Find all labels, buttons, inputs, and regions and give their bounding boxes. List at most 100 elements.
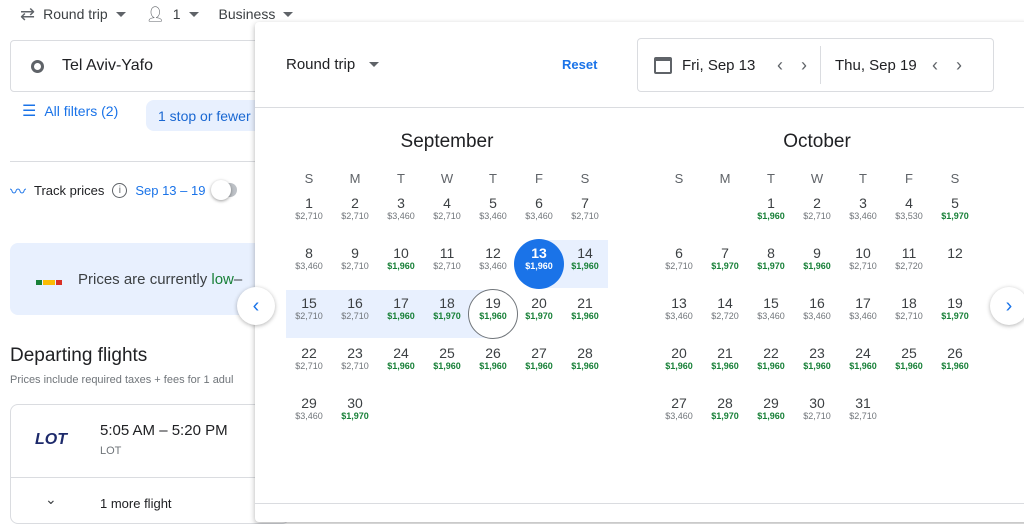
calendar-day[interactable]: 22 $2,710 xyxy=(286,339,332,389)
calendar-day[interactable]: 4 $2,710 xyxy=(424,189,470,239)
calendar-day[interactable]: 8 $3,460 xyxy=(286,239,332,289)
calendar-day[interactable]: 18 $2,710 xyxy=(886,289,932,339)
calendar-day[interactable]: 6 $3,460 xyxy=(516,189,562,239)
calendar-day[interactable]: 30 $1,970 xyxy=(332,389,378,439)
calendar-day[interactable]: 18 $1,970 xyxy=(424,289,470,339)
calendar-day[interactable]: 9 $2,710 xyxy=(332,239,378,289)
day-number: 18 xyxy=(439,295,455,311)
prev-month-button[interactable]: ‹ xyxy=(237,287,275,325)
calendar-day[interactable]: 11 $2,710 xyxy=(424,239,470,289)
calendar-day[interactable]: 23 $1,960 xyxy=(794,339,840,389)
calendar-day[interactable]: 23 $2,710 xyxy=(332,339,378,389)
day-number: 4 xyxy=(905,195,913,211)
trip-type-select[interactable]: ⇄ Round trip xyxy=(20,4,126,25)
calendar-day[interactable]: 24 $1,960 xyxy=(840,339,886,389)
calendar-day[interactable]: 29 $3,460 xyxy=(286,389,332,439)
day-number: 7 xyxy=(721,245,729,261)
info-icon[interactable]: i xyxy=(112,182,128,198)
cabin-select[interactable]: Business xyxy=(219,6,294,22)
date-range-fields: Fri, Sep 13 ‹ › Thu, Sep 19 ‹ › xyxy=(637,38,994,92)
chevron-down-icon[interactable]: ⌄ xyxy=(45,491,57,508)
reset-button[interactable]: Reset xyxy=(562,57,597,72)
calendar-day[interactable]: 9 $1,960 xyxy=(794,239,840,289)
calendar-day[interactable]: 20 $1,970 xyxy=(516,289,562,339)
calendar-day[interactable]: 21 $1,960 xyxy=(702,339,748,389)
calendar-day[interactable]: 4 $3,530 xyxy=(886,189,932,239)
calendar-day[interactable]: 30 $2,710 xyxy=(794,389,840,439)
depart-date-field[interactable]: Fri, Sep 13 xyxy=(682,57,768,74)
weekday-label: W xyxy=(440,171,454,186)
calendar-day[interactable]: 3 $3,460 xyxy=(840,189,886,239)
calendar-day[interactable]: 31 $2,710 xyxy=(840,389,886,439)
day-number: 19 xyxy=(485,295,501,311)
day-price: $1,960 xyxy=(387,261,415,271)
day-price: $1,960 xyxy=(895,361,923,371)
calendar-day[interactable]: 24 $1,960 xyxy=(378,339,424,389)
calendar-day[interactable]: 22 $1,960 xyxy=(748,339,794,389)
calendar-day[interactable]: 6 $2,710 xyxy=(656,239,702,289)
day-number: 28 xyxy=(717,395,733,411)
calendar-day[interactable]: 7 $2,710 xyxy=(562,189,608,239)
calendar-day[interactable]: 1 $2,710 xyxy=(286,189,332,239)
calendar-day[interactable]: 28 $1,970 xyxy=(702,389,748,439)
calendar-day[interactable]: 10 $2,710 xyxy=(840,239,886,289)
calendar-day[interactable]: 5 $1,970 xyxy=(932,189,978,239)
calendar-day[interactable]: 19 $1,960 xyxy=(468,289,518,339)
calendar-day[interactable]: 27 $1,960 xyxy=(516,339,562,389)
calendar-day[interactable]: 29 $1,960 xyxy=(748,389,794,439)
calendar-day[interactable]: 8 $1,970 xyxy=(748,239,794,289)
calendar-day[interactable]: 25 $1,960 xyxy=(886,339,932,389)
day-price: $1,960 xyxy=(571,361,599,371)
calendar-day[interactable]: 2 $2,710 xyxy=(332,189,378,239)
calendar-day[interactable]: 15 $2,710 xyxy=(286,289,332,339)
return-prev-button[interactable]: ‹ xyxy=(923,55,947,76)
day-number: 25 xyxy=(901,345,917,361)
caret-down-icon xyxy=(115,11,126,17)
day-price: $2,710 xyxy=(295,361,323,371)
day-price: $2,710 xyxy=(849,411,877,421)
depart-next-button[interactable]: › xyxy=(792,55,816,76)
return-next-button[interactable]: › xyxy=(947,55,971,76)
calendar-day[interactable]: 21 $1,960 xyxy=(562,289,608,339)
next-month-button[interactable]: › xyxy=(990,287,1024,325)
calendar-day[interactable]: 3 $3,460 xyxy=(378,189,424,239)
calendar-day[interactable]: 27 $3,460 xyxy=(656,389,702,439)
calendar-day[interactable]: 12 xyxy=(932,239,978,289)
calendar-day[interactable]: 12 $3,460 xyxy=(470,239,516,289)
calendar-day[interactable]: 17 $1,960 xyxy=(378,289,424,339)
flight-card[interactable]: LOT 5:05 AM – 5:20 PM LOT ⌄ 1 more fligh… xyxy=(10,404,290,524)
calendar-day[interactable]: 25 $1,960 xyxy=(424,339,470,389)
calendar-day[interactable]: 15 $3,460 xyxy=(748,289,794,339)
calendar-day[interactable]: 13 $1,960 xyxy=(514,239,564,289)
return-date-field[interactable]: Thu, Sep 19 xyxy=(835,57,923,74)
calendar-day[interactable]: 17 $3,460 xyxy=(840,289,886,339)
day-price: $1,960 xyxy=(525,261,553,271)
panel-trip-type-label: Round trip xyxy=(286,56,356,73)
calendar-day[interactable]: 2 $2,710 xyxy=(794,189,840,239)
all-filters-button[interactable]: ☰ All filters (2) xyxy=(22,101,118,121)
more-flights-link[interactable]: 1 more flight xyxy=(100,496,172,511)
calendar-day[interactable]: 5 $3,460 xyxy=(470,189,516,239)
day-number: 11 xyxy=(439,245,455,261)
calendar-day[interactable]: 1 $1,960 xyxy=(748,189,794,239)
calendar-day[interactable]: 16 $2,710 xyxy=(332,289,378,339)
calendar-day[interactable]: 19 $1,970 xyxy=(932,289,978,339)
weekday-label: S xyxy=(674,171,684,186)
calendar-day[interactable]: 10 $1,960 xyxy=(378,239,424,289)
calendar-day[interactable]: 20 $1,960 xyxy=(656,339,702,389)
calendar-day[interactable]: 11 $2,720 xyxy=(886,239,932,289)
calendar-day[interactable]: 26 $1,960 xyxy=(932,339,978,389)
calendar-day[interactable]: 13 $3,460 xyxy=(656,289,702,339)
day-number: 6 xyxy=(535,195,543,211)
passengers-select[interactable]: 👤︎ 1 xyxy=(146,5,199,23)
calendar-day[interactable]: 16 $3,460 xyxy=(794,289,840,339)
calendar-day[interactable]: 14 $2,720 xyxy=(702,289,748,339)
calendar-day[interactable]: 28 $1,960 xyxy=(562,339,608,389)
depart-prev-button[interactable]: ‹ xyxy=(768,55,792,76)
calendar-day[interactable]: 7 $1,970 xyxy=(702,239,748,289)
calendar-day[interactable]: 14 $1,960 xyxy=(562,239,608,289)
calendar-day[interactable]: 26 $1,960 xyxy=(470,339,516,389)
track-toggle[interactable] xyxy=(211,180,238,200)
panel-trip-type-select[interactable]: Round trip xyxy=(286,56,380,73)
day-price: $3,530 xyxy=(895,211,923,221)
